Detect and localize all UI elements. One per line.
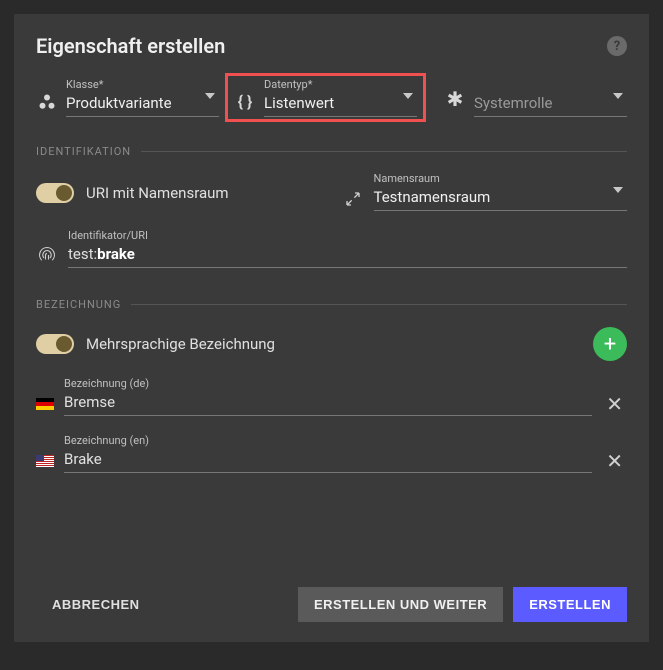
datatype-label: Datentyp* — [264, 78, 312, 91]
multilang-label: Mehrsprachige Bezeichnung — [86, 335, 275, 353]
designation-de-field[interactable]: Bezeichnung (de) Bremse ✕ — [36, 379, 627, 416]
chevron-down-icon — [613, 93, 623, 99]
dialog-title: Eigenschaft erstellen — [36, 34, 225, 58]
designation-de-label: Bezeichnung (de) — [64, 377, 149, 390]
expand-icon — [342, 191, 364, 207]
create-button[interactable]: ERSTELLEN — [513, 587, 627, 622]
add-language-button[interactable]: + — [593, 327, 627, 361]
identifier-label: Identifikator/URI — [68, 229, 148, 242]
asterisk-icon: ✱ — [444, 87, 466, 111]
create-and-continue-button[interactable]: ERSTELLEN UND WEITER — [298, 587, 503, 622]
designation-section-label: BEZEICHNUNG — [36, 298, 627, 311]
flag-en-icon — [36, 455, 54, 467]
dialog-footer: ABBRECHEN ERSTELLEN UND WEITER ERSTELLEN — [36, 587, 627, 622]
namespace-select[interactable]: Namensraum Testnamensraum — [342, 174, 628, 211]
help-icon[interactable]: ? — [607, 36, 627, 56]
fingerprint-icon — [36, 246, 58, 264]
class-select[interactable]: Klasse* Produktvariante — [36, 80, 219, 117]
create-property-dialog: Eigenschaft erstellen ? Klasse* Produktv… — [14, 14, 649, 642]
datatype-select[interactable]: { } Datentyp* Listenwert — [234, 80, 417, 117]
class-label: Klasse* — [66, 78, 104, 91]
namespace-label: Namensraum — [374, 172, 440, 185]
designation-en-label: Bezeichnung (en) — [64, 434, 149, 447]
cancel-button[interactable]: ABBRECHEN — [36, 587, 156, 622]
identifier-field[interactable]: Identifikator/URI test:brake — [36, 231, 627, 268]
uri-toggle-label: URI mit Namensraum — [86, 184, 229, 202]
multilang-row: Mehrsprachige Bezeichnung + — [36, 327, 627, 361]
uri-namespace-row: URI mit Namensraum Namensraum Testnamens… — [36, 174, 627, 211]
clear-de-button[interactable]: ✕ — [602, 392, 627, 416]
chevron-down-icon — [205, 93, 215, 99]
multilang-toggle[interactable] — [36, 334, 74, 354]
systemrole-value: Systemrolle — [474, 80, 553, 112]
datatype-highlight: { } Datentyp* Listenwert — [225, 73, 426, 122]
designation-en-value: Brake — [64, 450, 102, 468]
identifier-value: test:brake — [68, 231, 627, 268]
designation-de-value: Bremse — [64, 393, 115, 411]
type-selectors: Klasse* Produktvariante { } Datentyp* Li… — [36, 80, 627, 117]
identification-section-label: IDENTIFIKATION — [36, 145, 627, 158]
uri-namespace-toggle[interactable] — [36, 183, 74, 203]
braces-icon: { } — [234, 92, 256, 111]
chevron-down-icon — [403, 93, 413, 99]
chevron-down-icon — [613, 187, 623, 193]
flag-de-icon — [36, 398, 54, 410]
systemrole-select[interactable]: ✱ Systemrolle — [444, 80, 627, 117]
class-icon — [36, 93, 58, 111]
designation-en-field[interactable]: Bezeichnung (en) Brake ✕ — [36, 436, 627, 473]
clear-en-button[interactable]: ✕ — [602, 449, 627, 473]
dialog-header: Eigenschaft erstellen ? — [36, 34, 627, 58]
